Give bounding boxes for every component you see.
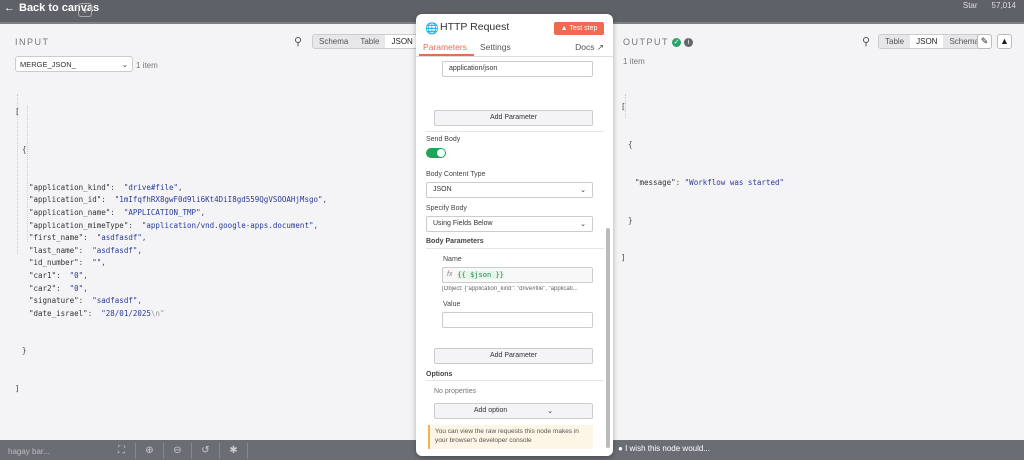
node-title[interactable]: HTTP Request xyxy=(440,21,509,33)
tab-settings[interactable]: Settings xyxy=(480,42,511,52)
body-parameters-label: Body Parameters xyxy=(426,238,484,245)
add-parameter-button-2[interactable]: Add Parameter xyxy=(434,348,593,364)
node-settings-modal: 🌐 HTTP Request ▲ Test step Parameters Se… xyxy=(416,14,613,456)
input-node-select[interactable]: MERGE_JSON_ ⌄ xyxy=(15,56,133,72)
external-link-icon: ↗ xyxy=(596,42,604,52)
value-label: Value xyxy=(443,301,461,308)
specify-body-label: Specify Body xyxy=(426,205,467,212)
tab-schema[interactable]: Schema xyxy=(313,35,354,48)
output-title: OUTPUT ✓ i xyxy=(623,37,693,47)
add-parameter-button[interactable]: Add Parameter xyxy=(434,110,593,126)
input-panel: INPUT ⚲ Schema Table JSON MERGE_JSON_ ⌄ … xyxy=(0,24,420,440)
canvas-tools: ⛶ ⊕ ⊖ ↺ ✱ xyxy=(108,443,248,459)
search-icon[interactable]: ⚲ xyxy=(294,35,302,48)
json-row: "car1": "0", xyxy=(29,270,88,280)
output-view-switch: Table JSON Schema xyxy=(878,34,986,49)
success-check-icon: ✓ xyxy=(672,37,681,47)
json-row: "application_name": "APPLICATION_TMP", xyxy=(29,207,206,217)
developer-console-notice: You can view the raw requests this node … xyxy=(428,425,593,449)
fx-icon: fx xyxy=(447,271,453,278)
user-name: hagay bar... xyxy=(8,447,50,456)
json-row: "message": "Workflow was started" xyxy=(635,177,785,187)
tab-table[interactable]: Table xyxy=(879,35,910,48)
json-row: "signature": "sadfasdf", xyxy=(29,296,142,306)
edit-output-button[interactable]: ✎ xyxy=(977,34,992,49)
json-row: "date_israel": "28/01/2025\n" xyxy=(29,308,165,318)
send-body-toggle[interactable] xyxy=(426,148,446,158)
tab-parameters[interactable]: Parameters xyxy=(423,42,467,52)
chevron-down-icon: ⌄ xyxy=(580,221,586,228)
tab-json[interactable]: JSON xyxy=(385,35,419,48)
no-properties-text: No properties xyxy=(434,388,477,395)
chevron-down-icon: ⌄ xyxy=(580,187,586,194)
name-expression-input[interactable]: fx {{ $json }} xyxy=(442,267,593,283)
github-star[interactable]: Star 57,014 xyxy=(963,1,1016,10)
fit-view-icon[interactable]: ⛶ xyxy=(108,443,136,459)
tab-json[interactable]: JSON xyxy=(910,35,944,48)
body-content-type-select[interactable]: JSON ⌄ xyxy=(426,182,593,198)
divider xyxy=(426,248,604,249)
chevron-down-icon: ⌄ xyxy=(121,60,128,69)
add-option-select[interactable]: Add option ⌄ xyxy=(434,403,593,419)
docs-link[interactable]: Docs ↗ xyxy=(575,42,604,53)
name-label: Name xyxy=(443,256,462,263)
divider xyxy=(426,380,604,381)
input-json-view: [ { "application_kind": "drive#file", "ap… xyxy=(15,107,328,394)
zoom-out-icon[interactable]: ⊖ xyxy=(164,443,192,459)
search-icon[interactable]: ⚲ xyxy=(862,35,870,48)
json-row: "first_name": "asdfasdf", xyxy=(29,233,147,243)
json-row: "id_number": "", xyxy=(29,258,106,268)
output-item-count: 1 item xyxy=(623,57,645,66)
header-value-input[interactable]: application/json xyxy=(442,61,593,77)
specify-body-select[interactable]: Using Fields Below ⌄ xyxy=(426,216,593,232)
options-label: Options xyxy=(426,371,453,378)
feedback-link[interactable]: ● I wish this node would... xyxy=(618,444,710,453)
json-row: "car2": "0", xyxy=(29,283,88,293)
reset-zoom-icon[interactable]: ↺ xyxy=(192,443,220,459)
tab-divider xyxy=(416,56,613,57)
test-step-button[interactable]: ▲ Test step xyxy=(554,22,604,35)
json-row: "application_kind": "drive#file", xyxy=(29,182,183,192)
value-input[interactable] xyxy=(442,312,593,328)
json-row: "last_name": "asdfasdf", xyxy=(29,245,142,255)
tab-table[interactable]: Table xyxy=(354,35,385,48)
pencil-icon: ✎ xyxy=(980,36,989,46)
back-arrow-icon: ← xyxy=(4,2,15,14)
input-title: INPUT xyxy=(15,37,50,47)
add-node-button[interactable]: + xyxy=(78,3,92,17)
json-row: "application_mimeType": "application/vnd… xyxy=(29,220,318,230)
zoom-in-icon[interactable]: ⊕ xyxy=(136,443,164,459)
pin-icon: ▲ xyxy=(1000,36,1009,46)
input-view-switch: Schema Table JSON xyxy=(312,34,420,49)
info-icon[interactable]: i xyxy=(684,37,693,47)
divider xyxy=(426,131,604,132)
chevron-down-icon: ⌄ xyxy=(547,408,554,415)
json-row: "application_id": "1mIfqfhRX8gwF0d9li6Kt… xyxy=(29,195,328,205)
pin-data-button[interactable]: ▲ xyxy=(997,34,1012,49)
send-body-label: Send Body xyxy=(426,136,461,143)
output-panel: OUTPUT ✓ i ⚲ Table JSON Schema ✎ ▲ 1 ite… xyxy=(613,24,1024,440)
scrollbar[interactable] xyxy=(606,228,610,448)
output-json-view: [ { "message": "Workflow was started" } … xyxy=(621,102,785,263)
input-item-count: 1 item xyxy=(136,61,158,70)
expression-preview: [Object: {"application_kind": "drive#fil… xyxy=(442,286,578,292)
body-content-type-label: Body Content Type xyxy=(426,171,486,178)
debug-icon[interactable]: ✱ xyxy=(220,443,248,459)
json-rows: "application_kind": "drive#file", "applic… xyxy=(15,182,327,321)
globe-icon: 🌐 xyxy=(425,23,439,35)
parameters-scroll-area[interactable]: application/json Add Parameter Send Body… xyxy=(426,58,604,454)
